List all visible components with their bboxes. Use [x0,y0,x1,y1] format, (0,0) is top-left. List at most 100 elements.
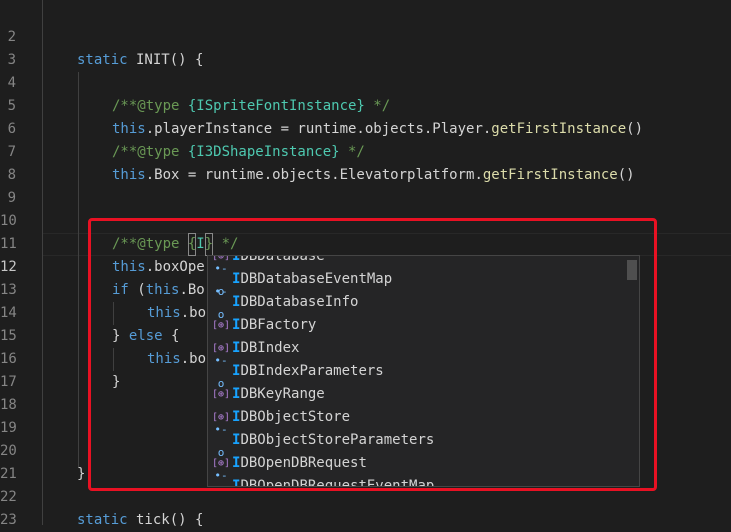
this-keyword: this [147,305,181,321]
line-number: 23 [0,512,17,528]
line-number: 10 [0,213,17,229]
this-keyword: this [112,121,146,137]
line-number: 12 [0,259,17,275]
code-line-4[interactable]: static INIT() { [77,49,203,72]
line-number-gutter: 2 3 4 5 6 7 8 9 10 11 12 13 14 15 16 17 18 19 20 21 22 23 [0,0,42,528]
suggestion-label: IDBIndexParameters [232,360,384,383]
line-number: 8 [7,167,16,183]
code-line-16[interactable]: } else { [112,325,179,348]
suggestion-label: IDBIndex [232,337,299,360]
code-text: } [77,466,86,482]
line-number: 18 [0,397,17,413]
suggestion-label: IDBObjectStoreParameters [232,429,434,452]
suggestion-item[interactable]: [⊕] IDBObjectStore [208,406,628,429]
suggestion-label: IDBOpenDBRequestEventMap [232,475,435,487]
line-number: 2 [7,29,16,45]
suggestion-rest: DBIndexParameters [240,363,384,379]
suggestion-label: IDBFactory [232,314,316,337]
code-line-22[interactable]: } [77,463,85,486]
keyword: else [128,328,163,344]
line-number: 17 [0,374,17,390]
suggestion-label: IDBDatabaseInfo [232,291,358,314]
code-line-12[interactable]: /**@type {I} */ [112,233,238,256]
code-line-8[interactable]: /**@type {I3DShapeInstance} */ [112,141,365,164]
this-keyword: this [147,351,181,367]
typed-text: I [196,236,205,252]
line-number: 9 [7,190,16,206]
function-name: getFirstInstance [482,167,618,183]
suggestion-item[interactable]: [⊕] IDBOpenDBRequest [208,452,628,475]
suggestion-item[interactable]: [⊕] IDBIndex [208,337,628,360]
suggest-scrollbar-thumb[interactable] [627,260,637,280]
line-number: 6 [7,121,16,137]
code-line-6[interactable]: /**@type {ISpriteFontInstance} */ [112,95,390,118]
line-number: 14 [0,305,17,321]
code-text: .Bo [179,282,205,298]
suggestion-rest: DBOpenDBRequestEventMap [240,478,435,487]
interface-icon: •-o [214,468,228,482]
object-icon: [⊕] [212,389,231,400]
code-text: } [112,328,129,344]
suggestion-item[interactable]: [⊕] IDBKeyRange [208,383,628,406]
code-text: INIT() { [127,52,204,68]
line-number: 4 [7,75,16,91]
line-number: 20 [0,443,17,459]
keyword: if [112,282,129,298]
suggestion-rest: DBIndex [240,340,300,356]
code-line-7[interactable]: this.playerInstance = runtime.objects.Pl… [112,118,643,141]
comment: /**@type [112,236,188,252]
indent-guide [78,72,79,467]
suggestion-label: IDBDatabaseEventMap [232,268,392,291]
suggestion-rest: DBDatabase [240,255,325,264]
code-text: } [112,374,121,390]
code-text: { [162,328,180,344]
code-line-15[interactable]: this.bo [147,302,206,325]
line-number: 3 [7,52,16,68]
indent-guide [113,302,114,325]
code-line-14[interactable]: if (this.Bo [112,279,205,302]
code-line-13[interactable]: this.boxOpe [112,256,205,279]
suggestion-item[interactable]: [⊕] IDBFactory [208,314,628,337]
suggestion-label: IDBOpenDBRequest [232,452,367,475]
suggestion-item[interactable]: •-o IDBOpenDBRequestEventMap [208,469,628,487]
comment: */ [364,98,391,114]
suggestion-rest: DBOpenDBRequest [240,455,367,471]
suggestion-item[interactable]: •-o IDBDatabaseInfo [208,285,628,321]
indent-guide [42,0,43,525]
line-number: 13 [0,282,17,298]
jsdoc-type: {I3DShapeInstance} [187,144,340,160]
comment: /**@type [112,98,188,114]
autocomplete-suggest-widget[interactable]: [⊕] IDBDatabase •-o IDBDatabaseEventMap •-o I… [207,255,640,487]
suggestion-rest: DBFactory [240,317,317,333]
code-text: .playerInstance = runtime.objects.Player… [145,121,492,137]
suggestion-item[interactable]: [⊕] IDBDatabase [208,255,628,268]
suggestion-item[interactable]: •-o IDBObjectStoreParameters [208,423,628,459]
line-number: 11 [0,236,17,252]
code-line-24[interactable]: static tick() { [77,509,203,532]
indent-guide [113,348,114,371]
suggestion-label: IDBKeyRange [232,383,325,406]
code-text: .bo [180,351,207,367]
bracket-match: } [204,233,214,256]
suggestion-item[interactable]: •-o IDBIndexParameters [208,354,628,390]
suggestion-rest: DBObjectStore [240,409,351,425]
code-text: () [626,121,644,137]
suggestion-label: IDBDatabase [232,255,325,268]
line-number: 19 [0,420,17,436]
code-text: .bo [180,305,207,321]
comment: */ [213,236,239,252]
this-keyword: this [112,259,146,275]
keyword: static [77,512,128,528]
code-line-9[interactable]: this.Box = runtime.objects.Elevatorplatf… [112,164,635,187]
comment: /**@type [112,144,188,160]
this-keyword: this [145,282,180,298]
this-keyword: this [112,167,146,183]
suggestion-item[interactable]: •-o IDBDatabaseEventMap [208,262,628,298]
line-number: 22 [0,489,17,505]
code-line-17[interactable]: this.bo [147,348,206,371]
jsdoc-type: {ISpriteFontInstance} [187,98,365,114]
keyword: static [77,52,128,68]
code-text: ( [128,282,146,298]
code-line-18[interactable]: } [112,371,120,394]
line-number: 21 [0,466,17,482]
